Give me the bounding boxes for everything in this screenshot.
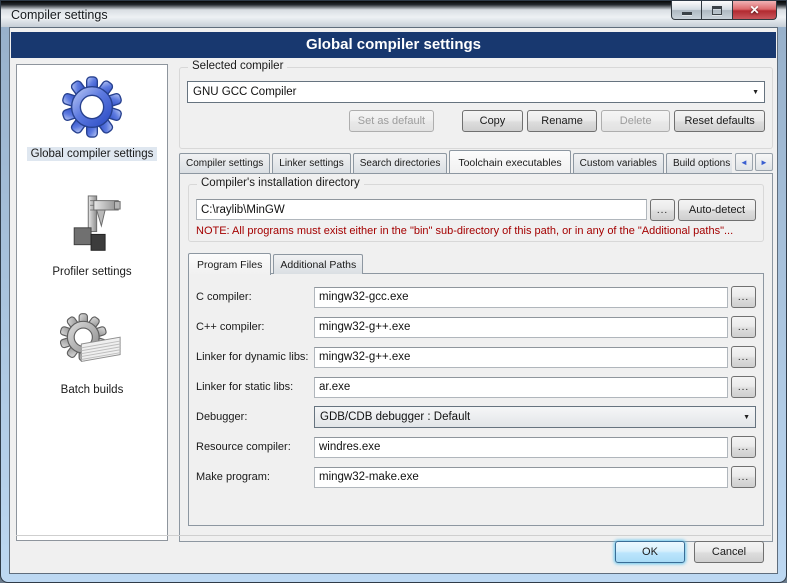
dialog-footer: OK Cancel bbox=[16, 535, 771, 567]
tab-build-options[interactable]: Build options bbox=[666, 153, 732, 173]
resource-compiler-browse-button[interactable]: ... bbox=[731, 436, 756, 458]
maximize-button[interactable] bbox=[702, 1, 733, 20]
static-linker-browse-button[interactable]: ... bbox=[731, 376, 756, 398]
blue-gear-icon bbox=[60, 73, 124, 141]
minimize-button[interactable] bbox=[671, 1, 702, 20]
tab-program-files[interactable]: Program Files bbox=[188, 253, 271, 275]
title-bar[interactable]: Compiler settings ✕ bbox=[1, 1, 786, 27]
c-compiler-label: C compiler: bbox=[196, 291, 314, 303]
scroll-left-icon: ◄ bbox=[740, 158, 748, 167]
caliper-icon bbox=[62, 191, 122, 259]
tab-additional-paths[interactable]: Additional Paths bbox=[273, 254, 363, 274]
compiler-actions: Set as default Copy Rename Delete Reset … bbox=[187, 110, 765, 132]
program-files-panel: C compiler: ... C++ compiler: ... Linker… bbox=[188, 273, 764, 526]
gray-gear-stack-icon bbox=[60, 309, 124, 377]
delete-button: Delete bbox=[601, 110, 670, 132]
close-icon: ✕ bbox=[749, 3, 759, 17]
installation-directory-browse-button[interactable]: ... bbox=[650, 199, 675, 221]
sidebar-item-batch-builds[interactable]: Batch builds bbox=[57, 309, 128, 397]
resource-compiler-input[interactable] bbox=[314, 437, 728, 458]
program-files-tab-bar: Program Files Additional Paths bbox=[188, 252, 764, 274]
make-program-row: Make program: ... bbox=[196, 466, 756, 488]
make-program-input[interactable] bbox=[314, 467, 728, 488]
bin-subdirectory-note: NOTE: All programs must exist either in … bbox=[196, 225, 756, 237]
tab-bar: Compiler settings Linker settings Search… bbox=[179, 149, 773, 173]
cpp-compiler-browse-button[interactable]: ... bbox=[731, 316, 756, 338]
copy-button[interactable]: Copy bbox=[462, 110, 523, 132]
settings-category-list: Global compiler settings bbox=[16, 64, 168, 541]
debugger-row: Debugger: GDB/CDB debugger : Default ▼ bbox=[196, 406, 756, 428]
chevron-down-icon: ▼ bbox=[743, 414, 750, 421]
selected-compiler-group: Selected compiler GNU GCC Compiler ▼ Set… bbox=[179, 67, 773, 149]
tab-search-directories[interactable]: Search directories bbox=[353, 153, 448, 173]
cancel-button[interactable]: Cancel bbox=[694, 541, 764, 563]
main-content: Selected compiler GNU GCC Compiler ▼ Set… bbox=[179, 67, 773, 542]
toolchain-executables-panel: Compiler's installation directory ... Au… bbox=[179, 173, 773, 542]
window-title: Compiler settings bbox=[11, 8, 108, 22]
c-compiler-browse-button[interactable]: ... bbox=[731, 286, 756, 308]
c-compiler-input[interactable] bbox=[314, 287, 728, 308]
cpp-compiler-input[interactable] bbox=[314, 317, 728, 338]
tab-toolchain-executables[interactable]: Toolchain executables bbox=[449, 150, 570, 173]
tab-scroll-right-button[interactable]: ► bbox=[755, 153, 773, 171]
scroll-right-icon: ► bbox=[760, 158, 768, 167]
cpp-compiler-label: C++ compiler: bbox=[196, 321, 314, 333]
spacer bbox=[187, 110, 345, 132]
sidebar-item-profiler-settings[interactable]: Profiler settings bbox=[48, 191, 135, 279]
set-as-default-button: Set as default bbox=[349, 110, 434, 132]
cpp-compiler-row: C++ compiler: ... bbox=[196, 316, 756, 338]
window-controls: ✕ bbox=[671, 1, 777, 20]
auto-detect-button[interactable]: Auto-detect bbox=[678, 199, 756, 221]
maximize-icon bbox=[712, 6, 722, 15]
tab-strip: Compiler settings Linker settings Search… bbox=[179, 149, 732, 173]
static-linker-label: Linker for static libs: bbox=[196, 381, 314, 393]
dynamic-linker-input[interactable] bbox=[314, 347, 728, 368]
sidebar-item-label: Profiler settings bbox=[48, 265, 135, 279]
dialog-body: Global compiler settings bbox=[9, 27, 778, 574]
dynamic-linker-row: Linker for dynamic libs: ... bbox=[196, 346, 756, 368]
tab-scroll-controls: ◄ ► bbox=[735, 153, 773, 173]
debugger-label: Debugger: bbox=[196, 411, 314, 423]
make-program-browse-button[interactable]: ... bbox=[731, 466, 756, 488]
c-compiler-row: C compiler: ... bbox=[196, 286, 756, 308]
tab-compiler-settings[interactable]: Compiler settings bbox=[179, 153, 270, 173]
dynamic-linker-browse-button[interactable]: ... bbox=[731, 346, 756, 368]
tab-custom-variables[interactable]: Custom variables bbox=[573, 153, 664, 173]
chevron-down-icon: ▼ bbox=[752, 89, 759, 96]
sidebar-item-label: Global compiler settings bbox=[27, 147, 158, 161]
close-button[interactable]: ✕ bbox=[733, 1, 777, 20]
installation-directory-group-label: Compiler's installation directory bbox=[197, 177, 364, 189]
minimize-icon bbox=[682, 12, 692, 15]
static-linker-row: Linker for static libs: ... bbox=[196, 376, 756, 398]
installation-directory-group: Compiler's installation directory ... Au… bbox=[188, 184, 764, 242]
debugger-select-value: GDB/CDB debugger : Default bbox=[320, 411, 470, 423]
resource-compiler-label: Resource compiler: bbox=[196, 441, 314, 453]
compiler-select[interactable]: GNU GCC Compiler ▼ bbox=[187, 81, 765, 103]
compiler-select-value: GNU GCC Compiler bbox=[193, 86, 297, 98]
tab-scroll-left-button[interactable]: ◄ bbox=[735, 153, 753, 171]
reset-defaults-button[interactable]: Reset defaults bbox=[674, 110, 765, 132]
page-title: Global compiler settings bbox=[11, 32, 776, 58]
static-linker-input[interactable] bbox=[314, 377, 728, 398]
compiler-settings-dialog: Compiler settings ✕ Global compiler sett… bbox=[0, 0, 787, 583]
tab-linker-settings[interactable]: Linker settings bbox=[272, 153, 350, 173]
make-program-label: Make program: bbox=[196, 471, 314, 483]
ok-button[interactable]: OK bbox=[615, 541, 685, 563]
installation-directory-input[interactable] bbox=[196, 199, 647, 220]
rename-button[interactable]: Rename bbox=[527, 110, 597, 132]
selected-compiler-group-label: Selected compiler bbox=[188, 60, 287, 72]
resource-compiler-row: Resource compiler: ... bbox=[196, 436, 756, 458]
installation-directory-row: ... Auto-detect bbox=[196, 199, 756, 221]
debugger-select[interactable]: GDB/CDB debugger : Default ▼ bbox=[314, 406, 756, 428]
dynamic-linker-label: Linker for dynamic libs: bbox=[196, 351, 314, 363]
sidebar-item-global-compiler-settings[interactable]: Global compiler settings bbox=[27, 73, 158, 161]
sidebar-item-label: Batch builds bbox=[57, 383, 128, 397]
